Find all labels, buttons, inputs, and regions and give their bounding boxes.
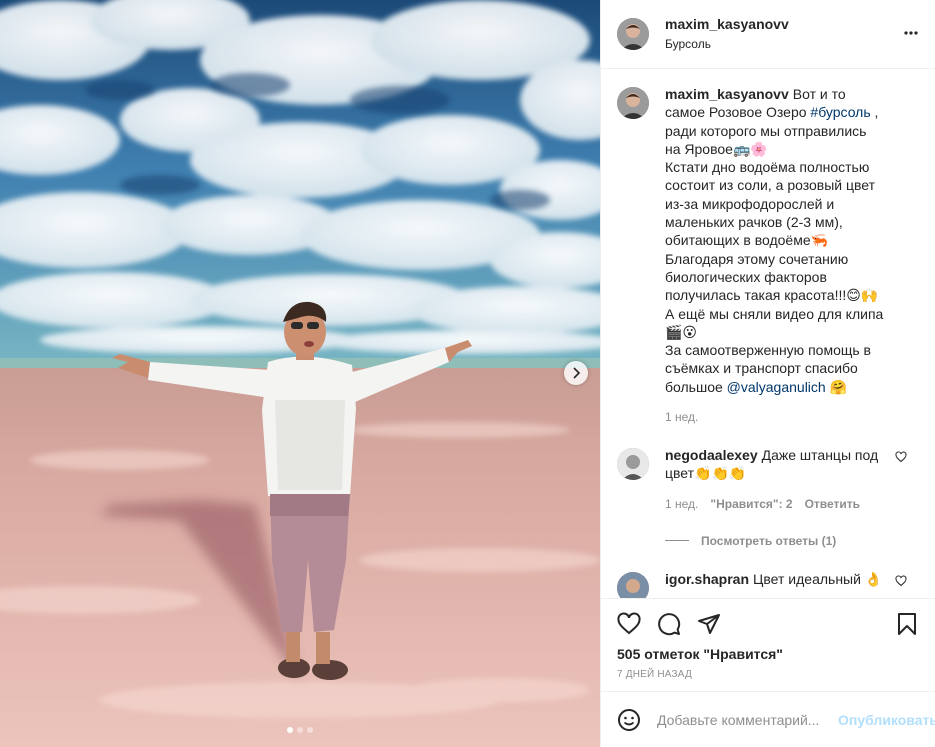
post-side-panel: maxim_kasyanovv Бурсоль maxim_kasyanovv В…	[600, 0, 935, 747]
caption-text-part: А ещё мы сняли видео для клипа🎬😮	[665, 305, 884, 340]
commenter-avatar[interactable]	[617, 571, 649, 598]
comment-like-button[interactable]	[895, 574, 907, 590]
caption-text-part: 🤗	[825, 378, 848, 395]
publish-button[interactable]: Опубликовать	[838, 712, 935, 728]
caption-text-part: Кстати дно водоёма полностью состоит из …	[665, 159, 876, 249]
carousel-dot	[307, 727, 313, 733]
comment-text: Цвет идеальный 👌	[753, 570, 883, 587]
emoji-button[interactable]	[617, 708, 641, 732]
view-replies-button[interactable]: Посмотреть ответы (1)	[665, 534, 919, 548]
caption-avatar[interactable]	[617, 87, 649, 119]
chevron-right-icon	[573, 367, 581, 379]
action-bar	[601, 598, 935, 648]
comment-item: igor.shapran Цвет идеальный 👌	[617, 570, 919, 598]
comment-item: negodaalexey Даже штанцы под цвет👏👏👏 1 не…	[617, 446, 919, 511]
share-button[interactable]	[697, 612, 721, 636]
carousel-dot-active	[287, 727, 293, 733]
replies-divider	[665, 540, 689, 542]
heart-icon	[895, 451, 907, 463]
add-comment-bar: Опубликовать	[601, 691, 935, 747]
carousel-next-button[interactable]	[564, 361, 588, 385]
comment-age: 1 нед.	[665, 496, 699, 511]
post-header: maxim_kasyanovv Бурсоль	[601, 0, 935, 69]
comment-likes-count[interactable]: "Нравится": 2	[710, 497, 792, 511]
carousel-indicator	[0, 727, 600, 733]
heart-icon	[895, 575, 907, 586]
like-button[interactable]	[617, 611, 641, 636]
bookmark-icon	[898, 613, 916, 635]
reply-button[interactable]: Ответить	[805, 497, 860, 511]
more-horizontal-icon	[904, 31, 918, 35]
post-location[interactable]: Бурсоль	[665, 35, 789, 53]
author-avatar[interactable]	[617, 18, 649, 50]
comment-button[interactable]	[657, 612, 681, 636]
commenter-username[interactable]: negodaalexey	[665, 447, 758, 463]
carousel-dot	[297, 727, 303, 733]
author-username[interactable]: maxim_kasyanovv	[665, 15, 789, 33]
photo-image	[0, 0, 600, 747]
caption-username[interactable]: maxim_kasyanovv	[665, 86, 789, 102]
comment-input[interactable]	[657, 711, 838, 728]
comment-like-button[interactable]	[895, 450, 907, 466]
caption-text: maxim_kasyanovv Вот и то самое Розовое Оз…	[665, 85, 885, 396]
save-button[interactable]	[895, 612, 919, 639]
instagram-post-modal: maxim_kasyanovv Бурсоль maxim_kasyanovv В…	[0, 0, 935, 747]
caption-text-part: Благодаря этому сочетанию биологических …	[665, 250, 879, 304]
commenter-username[interactable]: igor.shapran	[665, 571, 749, 587]
comment-meta: 1 нед. "Нравится": 2 Ответить	[665, 497, 885, 511]
caption-age: 1 нед.	[665, 410, 699, 425]
comment-icon	[658, 612, 681, 635]
mention-link[interactable]: @valyaganulich	[727, 379, 826, 395]
view-replies-label: Посмотреть ответы (1)	[701, 533, 837, 548]
more-options-button[interactable]	[903, 25, 919, 44]
paper-plane-icon	[698, 613, 720, 634]
post-photo[interactable]	[0, 0, 600, 747]
heart-icon	[617, 611, 641, 634]
smiley-icon	[618, 708, 640, 731]
comments-list[interactable]: maxim_kasyanovv Вот и то самое Розовое Оз…	[601, 69, 935, 598]
commenter-avatar[interactable]	[617, 448, 649, 481]
hashtag-link[interactable]: #бурсоль	[810, 104, 870, 120]
caption-meta: 1 нед.	[665, 410, 885, 424]
caption: maxim_kasyanovv Вот и то самое Розовое Оз…	[617, 85, 919, 424]
post-timestamp: 7 дней назад	[617, 669, 692, 680]
